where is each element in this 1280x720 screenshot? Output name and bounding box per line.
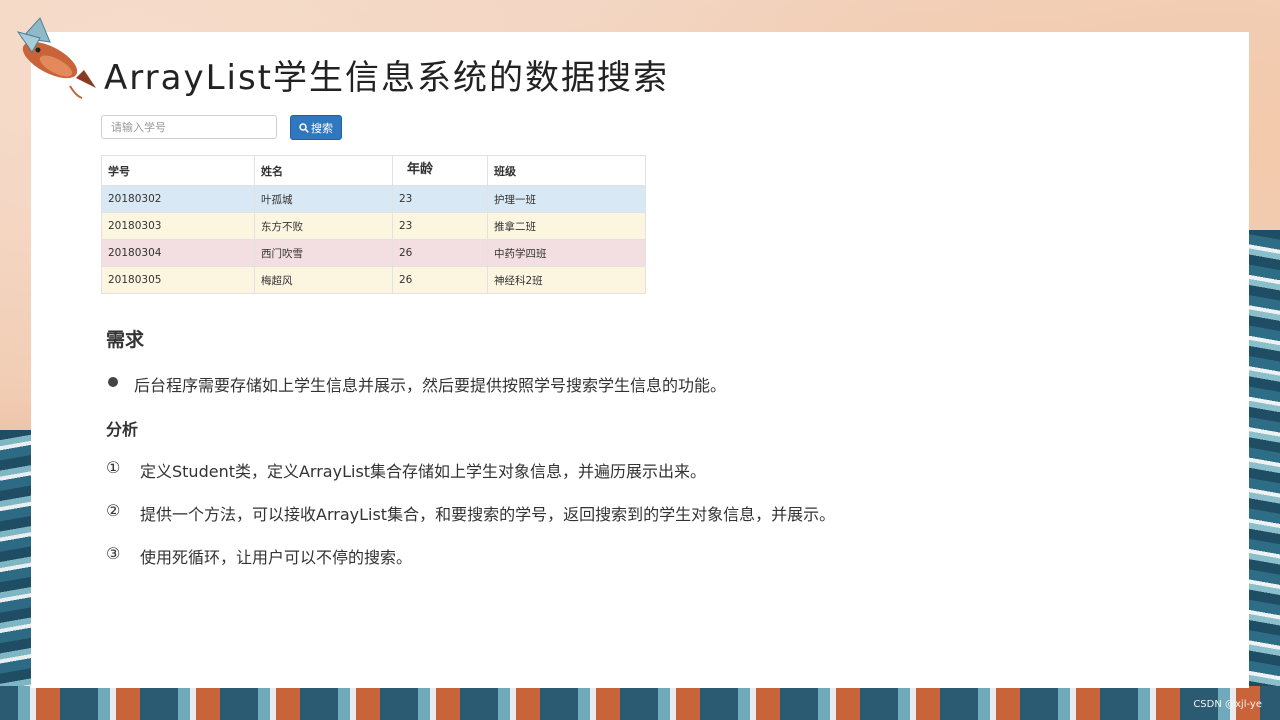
- cell-age: 26: [392, 266, 488, 294]
- requirements-text: 后台程序需要存储如上学生信息并展示，然后要提供按照学号搜索学生信息的功能。: [134, 376, 727, 395]
- search-button-label: 搜索: [311, 121, 333, 135]
- cell-class: 神经科2班: [487, 266, 646, 294]
- page-title: ArrayList学生信息系统的数据搜索: [104, 58, 670, 98]
- cell-age: 26: [392, 239, 488, 267]
- table-header-row: 学号 姓名 年龄 班级: [101, 155, 646, 186]
- step-text: 提供一个方法，可以接收ArrayList集合，和要搜索的学号，返回搜索到的学生对…: [140, 505, 836, 524]
- step-text: 定义Student类，定义ArrayList集合存储如上学生对象信息，并遍历展示…: [140, 462, 707, 481]
- student-table: 学号 姓名 年龄 班级 20180302 叶孤城 23 护理一班 2018030…: [101, 155, 646, 294]
- step-number: ③: [106, 544, 121, 563]
- table-row: 20180302 叶孤城 23 护理一班: [101, 185, 646, 213]
- cell-student-id: 20180305: [101, 266, 255, 294]
- header-class: 班级: [487, 155, 646, 186]
- table-row: 20180303 东方不败 23 推拿二班: [101, 212, 646, 240]
- bullet-icon: [108, 377, 118, 387]
- header-student-id: 学号: [101, 155, 255, 186]
- step-number: ②: [106, 501, 121, 520]
- cell-class: 中药学四班: [487, 239, 646, 267]
- header-name: 姓名: [254, 155, 393, 186]
- background-wave-bottom: [0, 686, 1280, 720]
- cell-name: 梅超风: [254, 266, 393, 294]
- cell-student-id: 20180303: [101, 212, 255, 240]
- requirements-heading: 需求: [106, 329, 145, 351]
- cell-student-id: 20180304: [101, 239, 255, 267]
- cell-name: 东方不败: [254, 212, 393, 240]
- cell-name: 叶孤城: [254, 185, 393, 213]
- step-text: 使用死循环，让用户可以不停的搜索。: [140, 548, 413, 567]
- table-row: 20180304 西门吹雪 26 中药学四班: [101, 239, 646, 267]
- table-row: 20180305 梅超风 26 神经科2班: [101, 266, 646, 294]
- student-id-search-input[interactable]: [101, 115, 277, 139]
- cell-age: 23: [392, 212, 488, 240]
- fish-decoration-icon: [16, 17, 96, 99]
- header-age: 年龄: [392, 155, 488, 186]
- watermark: CSDN @xjl-ye: [1193, 699, 1262, 710]
- cell-age: 23: [392, 185, 488, 213]
- search-button[interactable]: 搜索: [290, 115, 342, 140]
- cell-name: 西门吹雪: [254, 239, 393, 267]
- cell-student-id: 20180302: [101, 185, 255, 213]
- cell-class: 推拿二班: [487, 212, 646, 240]
- search-icon: [299, 122, 309, 133]
- cell-class: 护理一班: [487, 185, 646, 213]
- analysis-heading: 分析: [106, 420, 139, 439]
- step-number: ①: [106, 458, 121, 477]
